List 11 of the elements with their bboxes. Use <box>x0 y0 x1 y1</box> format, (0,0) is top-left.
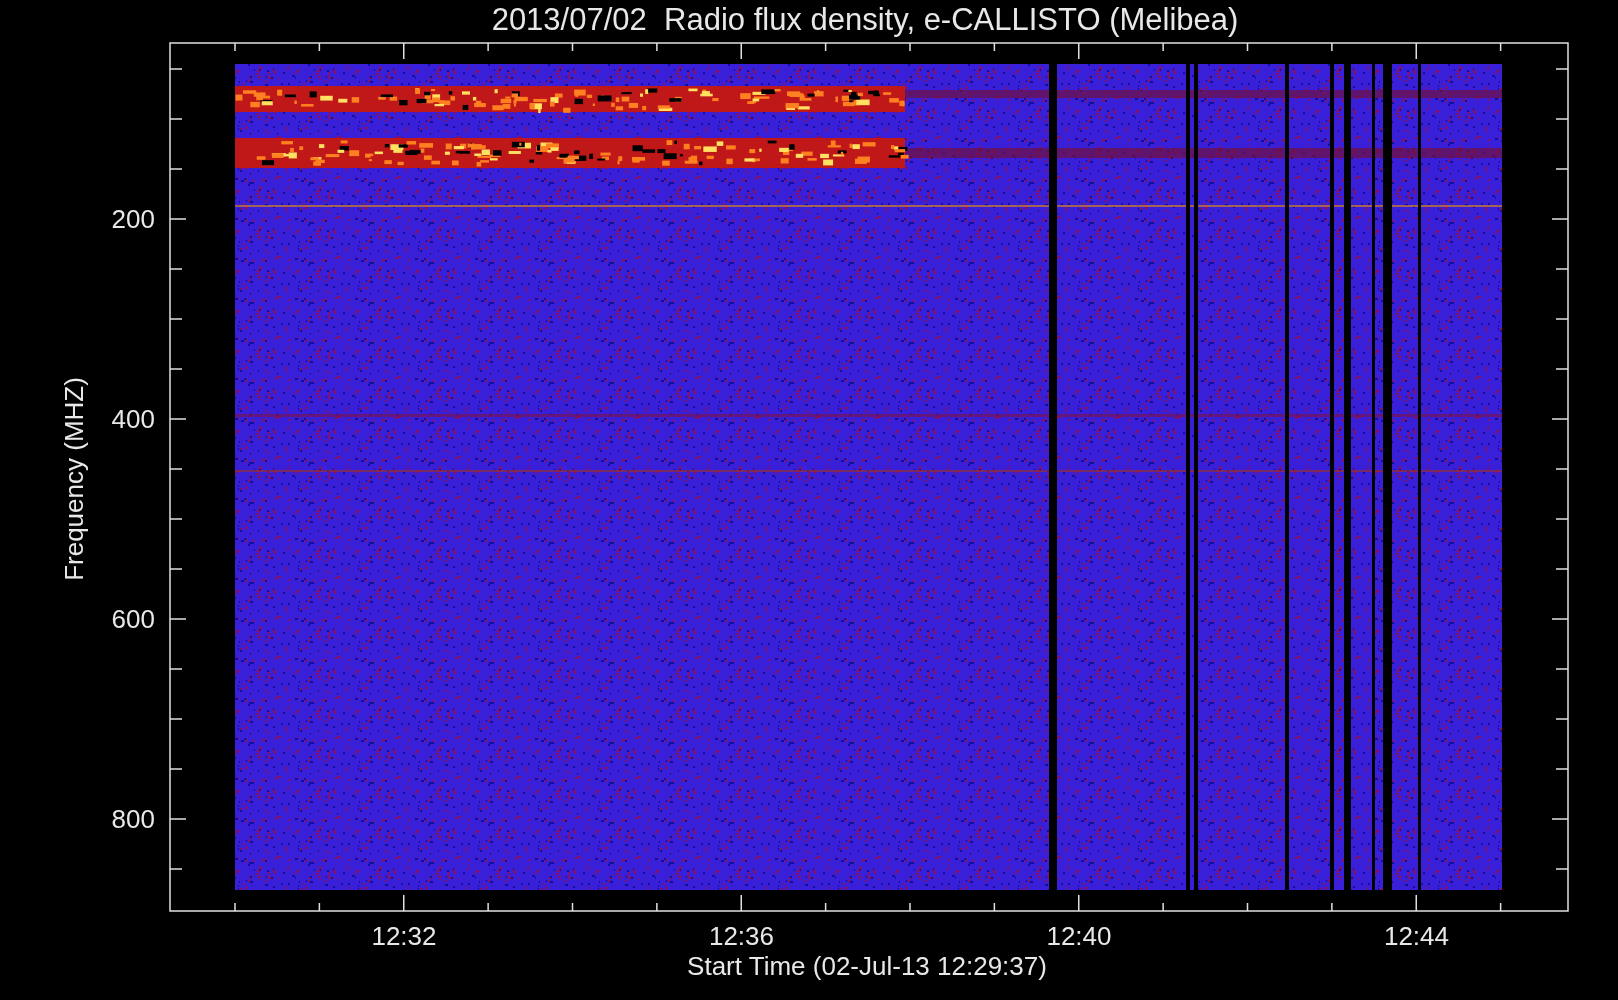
y-tick-label: 600 <box>111 604 155 634</box>
x-tick-label: 12:36 <box>708 921 775 951</box>
y-tick-label: 400 <box>111 404 155 434</box>
x-axis-label: Start Time (02-Jul-13 12:29:37) <box>687 951 1047 981</box>
x-tick-label: 12:40 <box>1046 921 1112 951</box>
chart-title: 2013/07/02 Radio flux density, e-CALLISTO (Melibea) <box>491 2 1239 37</box>
y-tick-label: 800 <box>111 804 155 834</box>
x-tick-label: 12:44 <box>1383 921 1450 951</box>
y-tick-label: 200 <box>111 204 155 234</box>
x-tick-label: 12:32 <box>371 921 437 951</box>
y-axis-label: Frequency (MHZ) <box>59 377 89 581</box>
